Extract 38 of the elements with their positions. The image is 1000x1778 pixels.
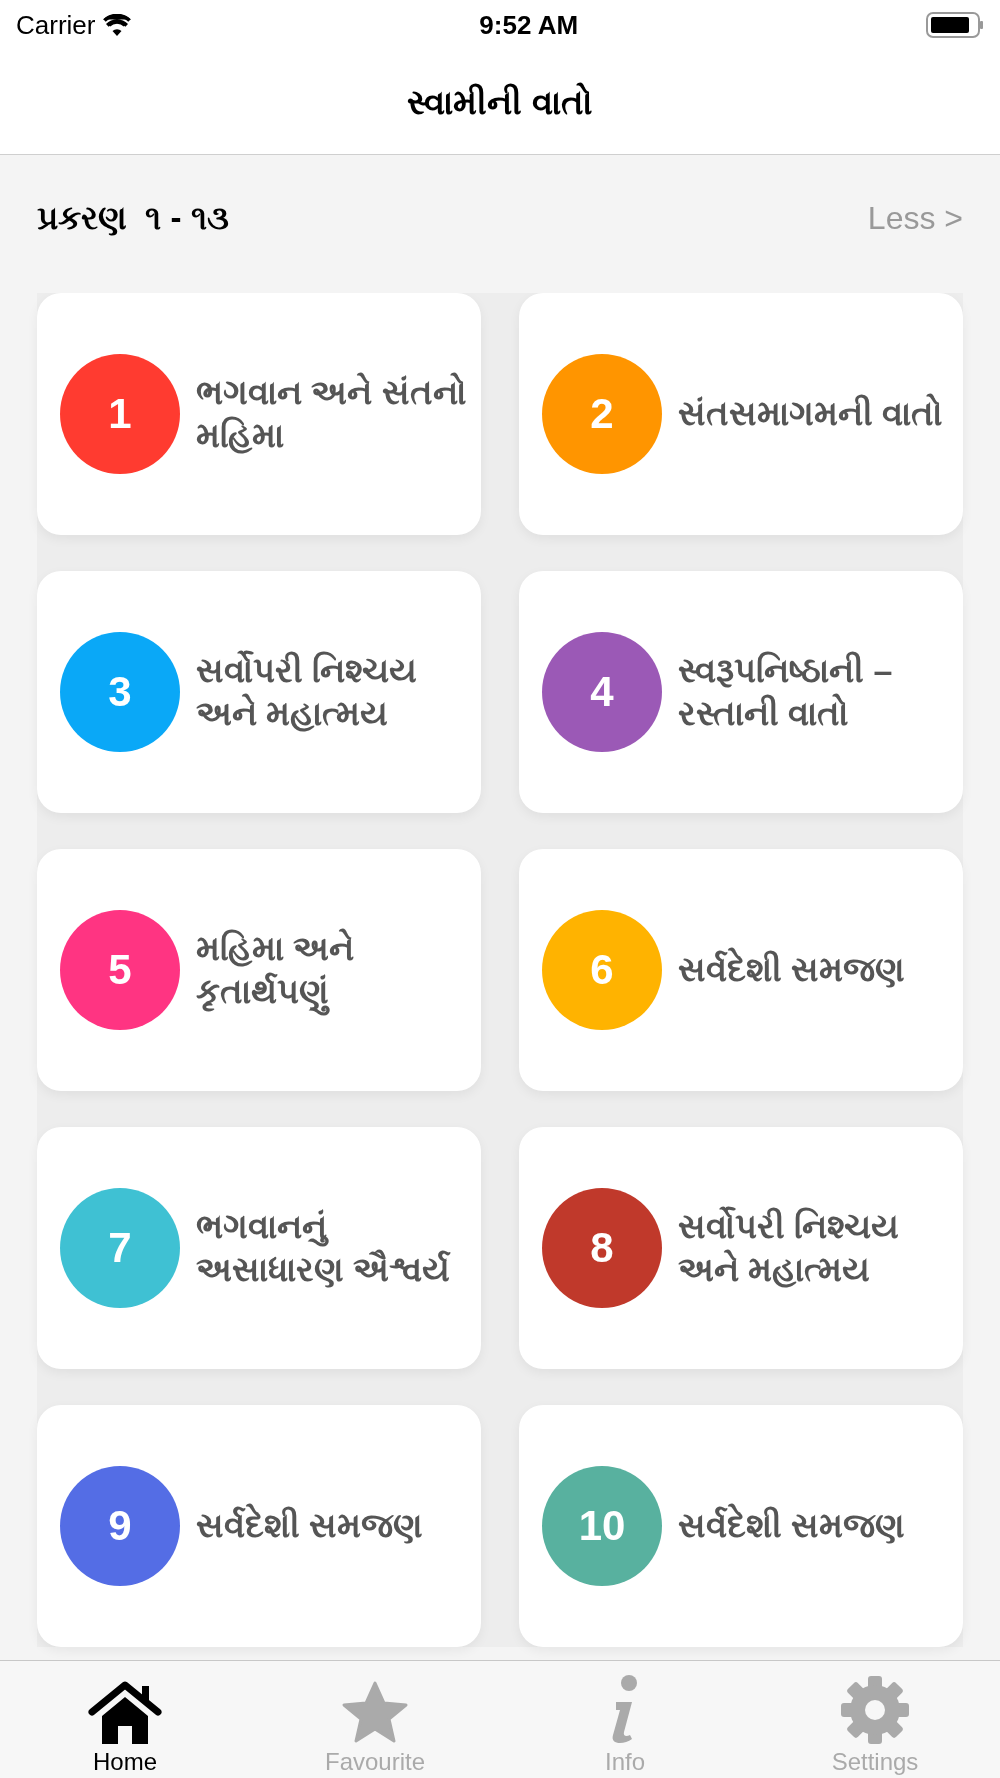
chapter-card[interactable]: 8 સર્વોપરી નિશ્ચય અને મહાત્મય [519,1126,963,1369]
battery-icon [926,12,984,38]
settings-icon [839,1674,911,1746]
chapter-number: 4 [542,631,662,752]
home-icon [88,1680,162,1746]
status-time: 9:52 AM [479,8,579,42]
chapter-card[interactable]: 10 સર્વદેશી સમજણ [519,1404,963,1647]
chapter-number: 8 [542,1187,662,1308]
chapter-number: 5 [60,909,180,1030]
chapter-title: સર્વોપરી નિશ્ચય અને મહાત્મય [678,1205,901,1290]
chapter-title: ભગવાનનું અસાધારણ ઐશ્વર્ય [196,1206,452,1290]
chapter-card[interactable]: 3 સર્વોપરી નિશ્ચય અને મહાત્મય [37,570,481,813]
chapter-number: 2 [542,353,662,474]
chapter-title: સ્વરૂપનિષ્ઠાની – રસ્તાની વાતો [678,650,894,734]
chapter-title: સર્વદેશી સમજણ [196,1504,424,1547]
chapter-number: 7 [60,1187,180,1308]
chapter-title: સર્વોપરી નિશ્ચય અને મહાત્મય [196,649,419,734]
chapter-card[interactable]: 1 ભગવાન અને સંતનો મહિમા [37,292,481,535]
chapter-title: સર્વદેશી સમજણ [678,1504,906,1547]
tab-button[interactable]: Home [0,1661,250,1778]
chapter-card[interactable]: 4 સ્વરૂપનિષ્ઠાની – રસ્તાની વાતો [519,570,963,813]
chapter-card[interactable]: 5 મહિમા અને કૃતાર્થપણું [37,848,481,1091]
chapter-title: સંતસમાગમની વાતો [678,392,944,435]
chapter-card[interactable]: 2 સંતસમાગમની વાતો [519,292,963,535]
chapter-title: સર્વદેશી સમજણ [678,948,906,991]
chapter-card[interactable]: 7 ભગવાનનું અસાધારણ ઐશ્વર્ય [37,1126,481,1369]
chapter-card[interactable]: 6 સર્વદેશી સમજણ [519,848,963,1091]
chapter-number: 10 [542,1465,662,1586]
chapter-title: ભગવાન અને સંતનો મહિમા [196,371,468,456]
chapter-number: 3 [60,631,180,752]
chapter-number: 9 [60,1465,180,1586]
section-title: પ્રકરણ ૧ - ૧૩ [37,198,229,238]
screen-title: સ્વામીની વાતો [407,81,593,123]
chapter-number: 1 [60,353,180,474]
chapter-card[interactable]: 9 સર્વદેશી સમજણ [37,1404,481,1647]
wifi-icon [103,14,132,36]
chapter-number: 6 [542,909,662,1030]
carrier-label: Carrier [16,8,96,42]
